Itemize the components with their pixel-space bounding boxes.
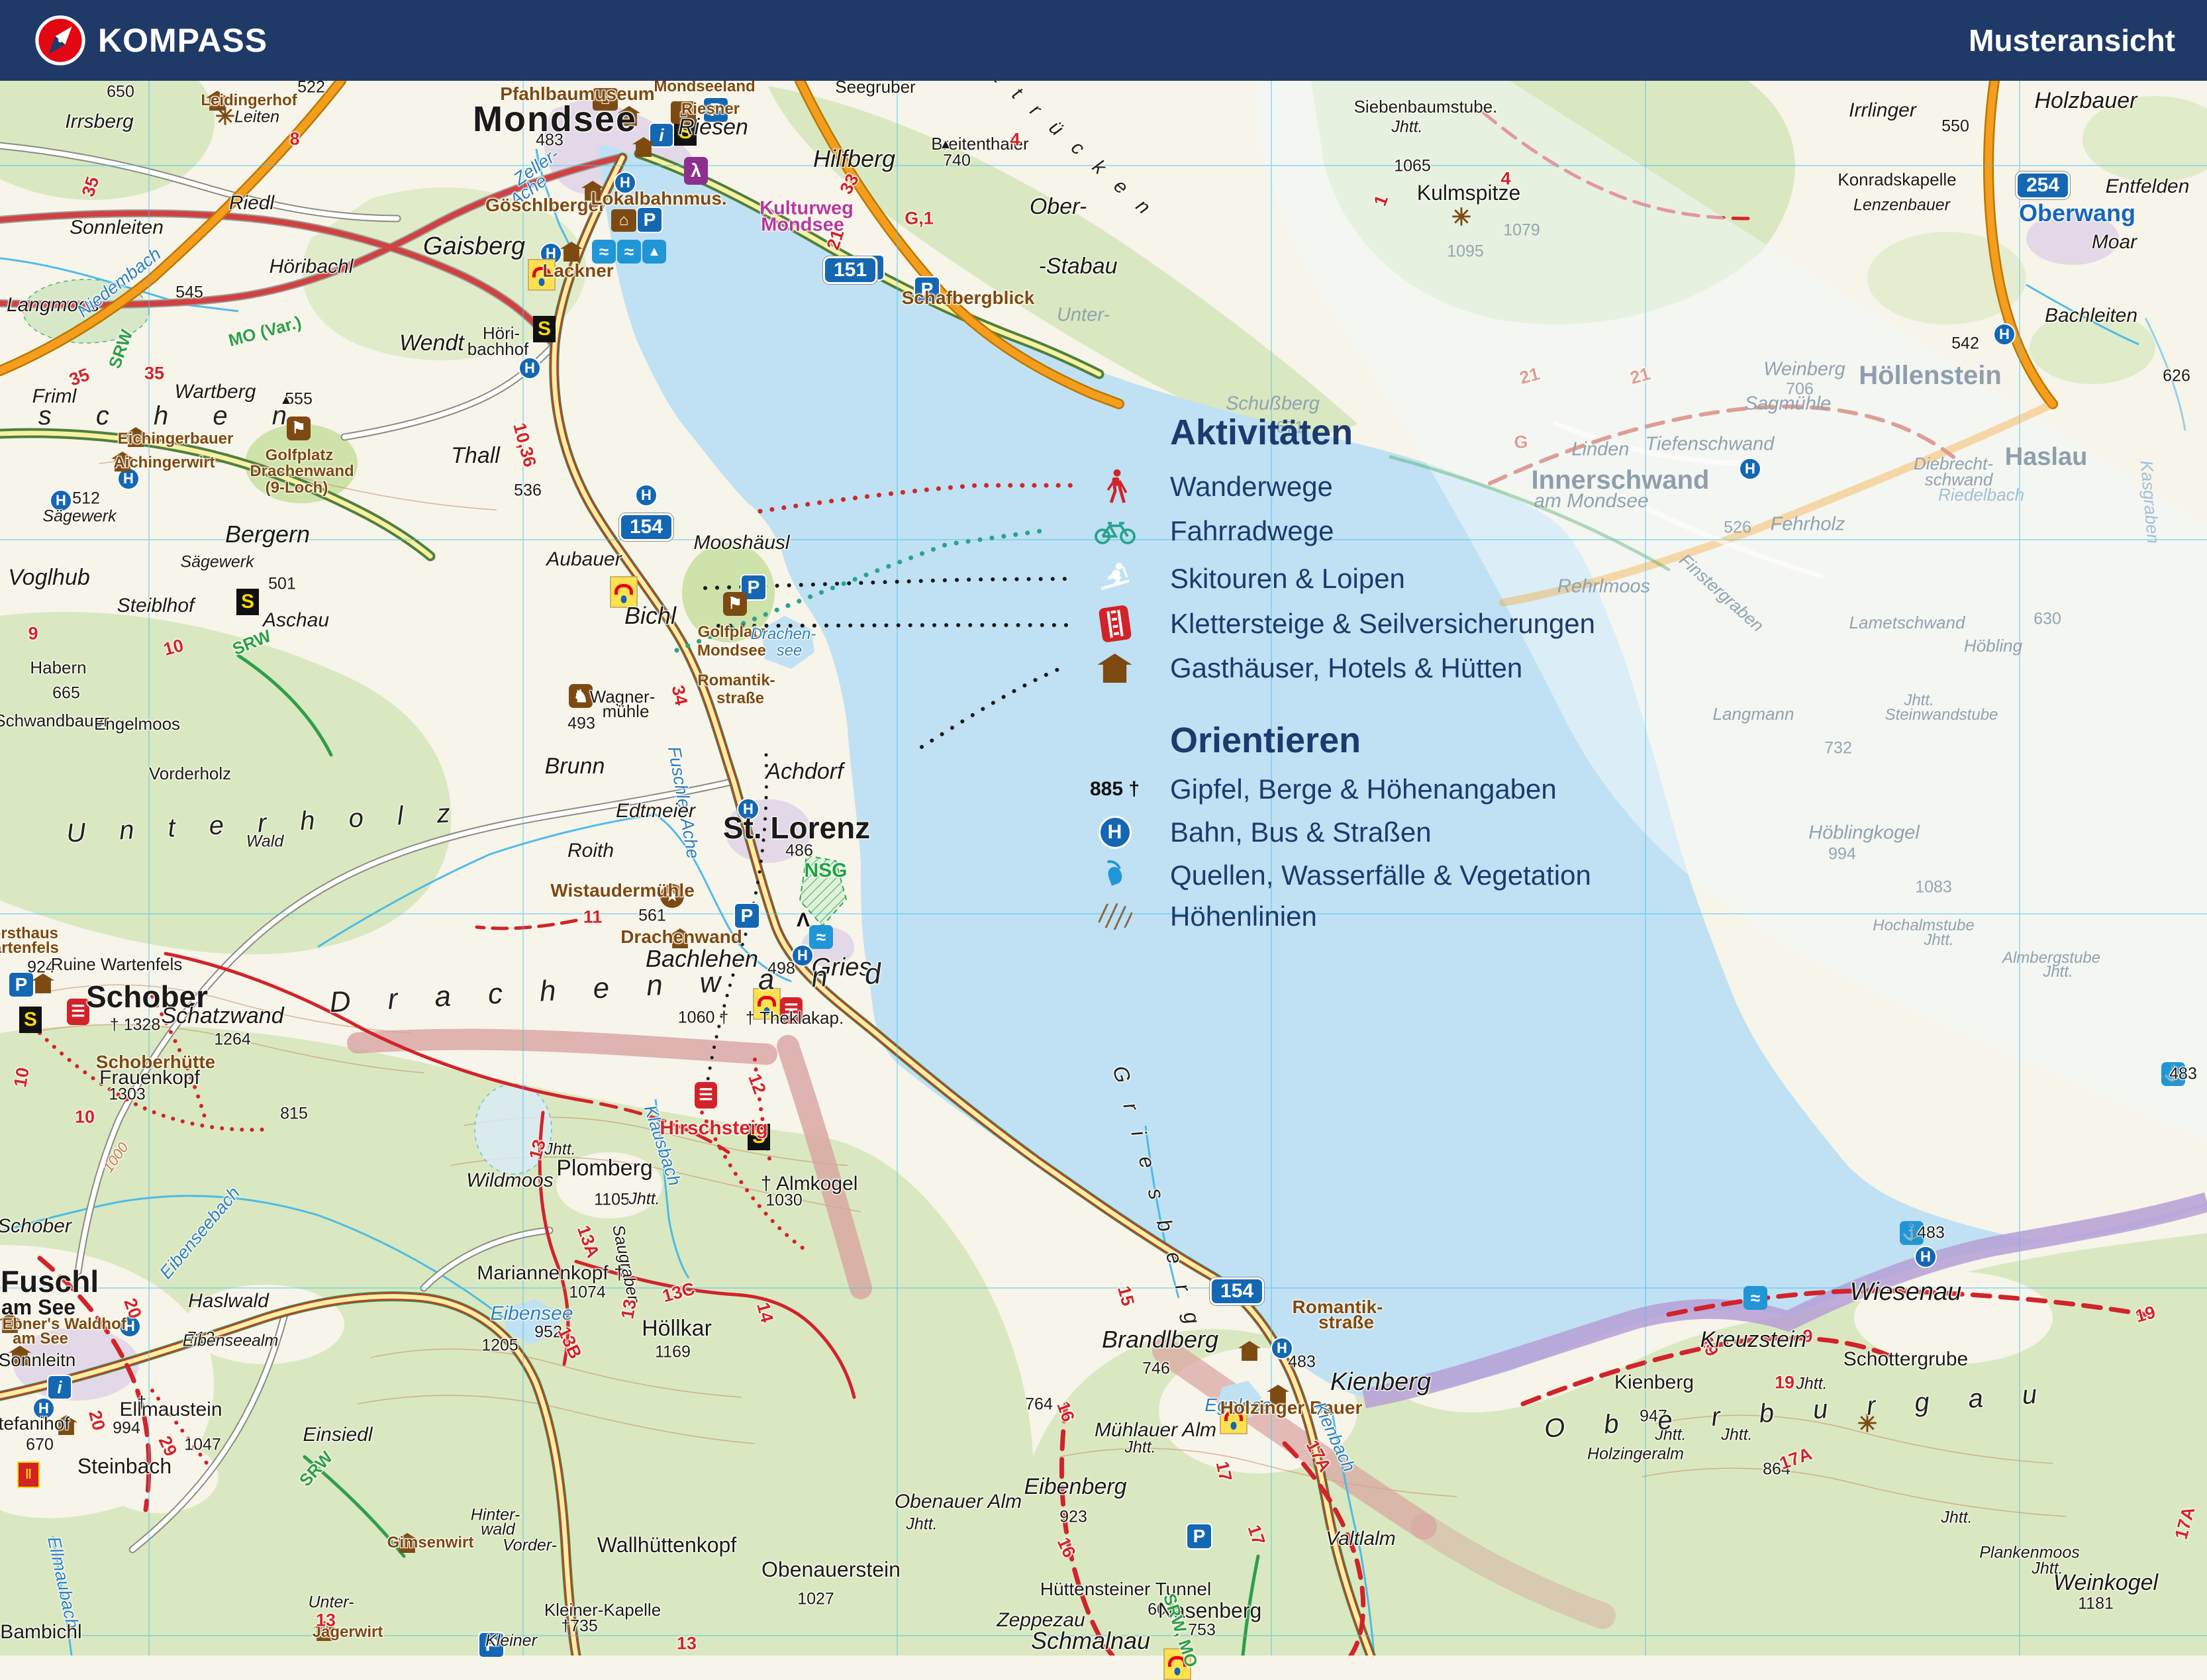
legend-label: Höhenlinien (1170, 901, 1317, 932)
legend-label: Skitouren & Loipen (1170, 563, 1405, 594)
legend-label: Quellen, Wasserfälle & Vegetation (1170, 860, 1591, 891)
legend-label: Bahn, Bus & Straßen (1170, 816, 1432, 848)
map-legend: Aktivitäten Wanderwege Fahrradwege Skito… (1059, 397, 1629, 934)
legend-row-fahrradwege: Fahrradwege (1059, 513, 1334, 550)
legend-row-skitouren: Skitouren & Loipen (1059, 560, 1405, 597)
kompass-logo: KOMPASS (34, 15, 268, 66)
legend-label: Fahrradwege (1170, 515, 1334, 546)
legend-title-aktivitaeten: Aktivitäten (1170, 413, 1353, 452)
peak-icon: 885 † (1089, 778, 1140, 800)
legend-row-gasthaeuser: Gasthäuser, Hotels & Hütten (1059, 650, 1522, 687)
spring-icon (1059, 865, 1170, 886)
legend-label: Wanderwege (1170, 471, 1333, 502)
legend-label: Klettersteige & Seilversicherungen (1170, 608, 1596, 639)
contour-icon (1059, 903, 1170, 930)
legend-row-quellen: Quellen, Wasserfälle & Vegetation (1059, 857, 1591, 894)
page-title: Musteransicht (1969, 23, 2175, 58)
legend-label: Gipfel, Berge & Höhenangaben (1170, 773, 1557, 805)
ladder-icon (1059, 605, 1170, 643)
legend-row-klettersteige: Klettersteige & Seilversicherungen (1059, 605, 1596, 643)
legend-row-gipfel: 885 † Gipfel, Berge & Höhenangaben (1059, 771, 1557, 808)
legend-row-hoehenlinien: Höhenlinien (1059, 898, 1317, 935)
map-canvas[interactable]: 650 Irrsberg Leidingerhof Leiten 522 8 Riedl 35… (0, 0, 2207, 1680)
header-bar: KOMPASS Musteransicht (0, 0, 2207, 81)
golf-area (682, 543, 775, 642)
legend-row-wanderwege: Wanderwege (1059, 468, 1333, 505)
legend-label: Gasthäuser, Hotels & Hütten (1170, 652, 1523, 683)
bus-icon: H (1059, 816, 1170, 849)
hiker-icon (1059, 468, 1170, 505)
legend-row-bahn: H Bahn, Bus & Straßen (1059, 814, 1432, 851)
bike-icon (1059, 517, 1170, 545)
compass-icon (34, 15, 86, 66)
house-icon (1059, 654, 1170, 683)
ski-icon (1059, 560, 1170, 597)
brand-name: KOMPASS (98, 22, 268, 59)
legend-title-orientieren: Orientieren (1170, 720, 1361, 760)
